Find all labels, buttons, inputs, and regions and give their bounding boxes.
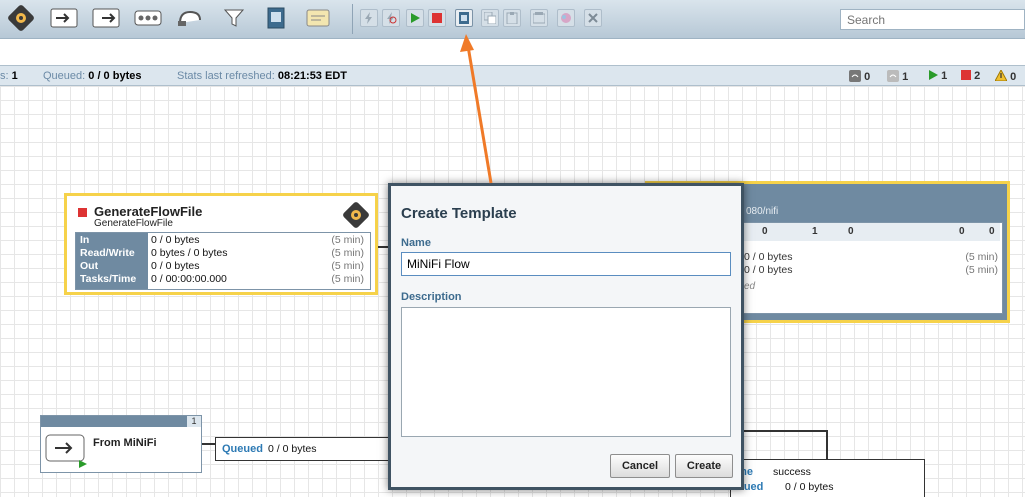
running-count: 1 (928, 70, 947, 82)
group-icon[interactable] (530, 9, 548, 27)
rpg-transmitting: 0 (762, 226, 768, 237)
port-count: 1 (187, 416, 201, 427)
not-transmitting-count: 1 (887, 70, 908, 83)
connection-queued-value: 0 / 0 bytes (785, 481, 834, 493)
toolbar-hover-strip (0, 39, 1025, 65)
rpg-row1: 0 / 0 bytes (744, 251, 793, 263)
port-name: From MiNiFi (93, 437, 157, 449)
toolbar-separator (352, 4, 353, 34)
rpg-in-not-transmitting: 0 (989, 226, 995, 237)
rpg-row2: 0 / 0 bytes (744, 264, 793, 276)
label-tool-icon[interactable] (304, 6, 332, 30)
refreshed-status: Stats last refreshed: 08:21:53 EDT (177, 70, 347, 82)
disable-icon[interactable] (382, 9, 400, 27)
input-port-from-minifi[interactable]: 1 From MiNiFi (40, 415, 202, 473)
color-icon[interactable] (557, 9, 575, 27)
funnel-tool-icon[interactable] (220, 6, 248, 30)
connection-name-value: success (773, 466, 811, 478)
remote-process-group-tool-icon[interactable] (176, 6, 204, 30)
rpg-remote-status: Remote flow not current (892, 305, 999, 316)
input-port-tool-icon[interactable] (50, 6, 78, 30)
queued-status: Queued: 0 / 0 bytes (43, 70, 142, 82)
processor-tool-icon[interactable] (7, 5, 35, 31)
invalid-count: 0 (994, 68, 1016, 83)
output-port-tool-icon[interactable] (92, 6, 120, 30)
search-input[interactable] (840, 9, 1025, 30)
cancel-button[interactable]: Cancel (610, 454, 670, 478)
create-button[interactable]: Create (675, 454, 733, 478)
template-name-input[interactable] (401, 252, 731, 276)
template-tool-icon[interactable] (262, 6, 290, 30)
rpg-url: 080/nifi (746, 206, 779, 217)
processor-generateflowfile[interactable]: GenerateFlowFile GenerateFlowFile In 0 / … (64, 193, 378, 295)
template-description-input[interactable] (401, 307, 731, 437)
input-port-icon (45, 434, 89, 471)
processor-name: GenerateFlowFile (94, 204, 203, 219)
rpg-port-status: 0 1 0 0 0 (744, 223, 1000, 241)
port-header: 1 (41, 416, 201, 427)
stop-icon[interactable] (428, 9, 446, 27)
description-label: Description (401, 291, 462, 303)
toolbar (0, 0, 1025, 39)
stats-row: Read/Write 0 bytes / 0 bytes (5 min) (80, 247, 364, 259)
processor-icon (343, 202, 369, 231)
connection-edge (202, 443, 216, 445)
stopped-status-icon (78, 208, 87, 217)
stopped-count: 2 (961, 70, 980, 82)
dialog-title: Create Template (401, 205, 517, 222)
queued-value: 0 / 0 bytes (268, 443, 317, 455)
partial-status-label: s: 1 (0, 70, 18, 82)
paste-icon[interactable] (503, 9, 521, 27)
connection-label-success[interactable]: ame success ueued 0 / 0 bytes (730, 459, 925, 497)
status-bar: s: 1 Queued: 0 / 0 bytes Stats last refr… (0, 65, 1025, 86)
transmitting-count: 0 (849, 70, 870, 83)
process-group-tool-icon[interactable] (134, 6, 162, 30)
connection-label[interactable]: Queued 0 / 0 bytes (215, 437, 391, 461)
start-icon[interactable] (406, 9, 424, 27)
copy-icon[interactable] (481, 9, 499, 27)
processor-stats: In 0 / 0 bytes (5 min) Read/Write 0 bytes /… (75, 232, 371, 290)
rpg-not-transmitting: 1 (812, 226, 818, 237)
rpg-stats: 0 1 0 0 0 0 / 0 bytes (5 min) 0 / 0 byte… (743, 222, 1003, 314)
name-label: Name (401, 237, 431, 249)
create-template-icon[interactable] (455, 9, 473, 27)
stats-row: Out 0 / 0 bytes (5 min) (80, 260, 364, 272)
stats-row: Tasks/Time 0 / 00:00:00.000 (5 min) (80, 273, 364, 285)
rpg-in-transmitting: 0 (959, 226, 965, 237)
processor-type: GenerateFlowFile (94, 218, 173, 229)
rpg-row1-time: (5 min) (965, 251, 998, 263)
create-template-dialog: Create Template Name Description Cancel … (388, 183, 744, 490)
delete-icon[interactable] (584, 9, 602, 27)
rpg-output: 0 (848, 226, 854, 237)
rpg-comments: ed (744, 281, 756, 292)
connection-edge (826, 430, 828, 460)
connection-edge (744, 430, 828, 432)
rpg-row2-time: (5 min) (965, 264, 998, 276)
enable-icon[interactable] (360, 9, 378, 27)
stats-row: In 0 / 0 bytes (5 min) (80, 234, 364, 246)
queued-label: Queued (222, 443, 263, 455)
